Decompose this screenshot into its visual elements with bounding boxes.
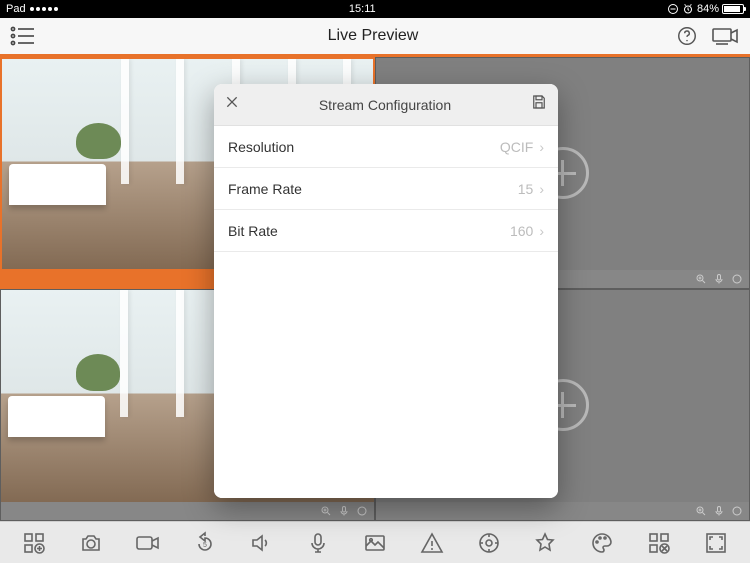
mic-button[interactable] <box>296 522 340 563</box>
star-button[interactable] <box>523 522 567 563</box>
row-value: QCIF <box>500 139 533 155</box>
record-icon <box>356 505 368 517</box>
zoom-icon <box>320 505 332 517</box>
chevron-right-icon: › <box>539 223 544 239</box>
menu-icon[interactable] <box>10 26 36 46</box>
save-button[interactable] <box>530 93 548 116</box>
battery-icon <box>722 4 744 14</box>
bottom-toolbar: 5 <box>0 521 750 563</box>
row-label: Bit Rate <box>228 223 278 239</box>
video-button[interactable] <box>126 522 170 563</box>
grid-remove-button[interactable] <box>637 522 681 563</box>
status-time: 15:11 <box>58 3 667 15</box>
row-frame-rate[interactable]: Frame Rate 15 › <box>214 168 558 210</box>
app-header: Live Preview <box>0 18 750 57</box>
rewind-button[interactable]: 5 <box>183 522 227 563</box>
modal-title: Stream Configuration <box>240 97 530 113</box>
stream-config-modal: Stream Configuration Resolution QCIF › F… <box>214 84 558 498</box>
status-bar: Pad 15:11 84% <box>0 0 750 18</box>
device-icon[interactable] <box>712 26 740 46</box>
mic-small-icon <box>713 273 725 285</box>
row-value: 160 <box>510 223 533 239</box>
chevron-right-icon: › <box>539 139 544 155</box>
close-button[interactable] <box>224 94 240 115</box>
row-label: Frame Rate <box>228 181 302 197</box>
mic-small-icon <box>338 505 350 517</box>
row-value: 15 <box>518 181 534 197</box>
camera-button[interactable] <box>69 522 113 563</box>
speaker-button[interactable] <box>239 522 283 563</box>
row-label: Resolution <box>228 139 294 155</box>
mic-small-icon <box>713 505 725 517</box>
dnd-icon <box>667 3 679 15</box>
cell-strip <box>1 502 374 520</box>
alarm-icon <box>682 3 694 15</box>
battery-pct: 84% <box>697 3 719 15</box>
wifi-icon <box>30 7 58 11</box>
record-icon <box>731 273 743 285</box>
grid-add-button[interactable] <box>12 522 56 563</box>
row-bit-rate[interactable]: Bit Rate 160 › <box>214 210 558 252</box>
palette-button[interactable] <box>580 522 624 563</box>
zoom-icon <box>695 505 707 517</box>
help-icon[interactable] <box>676 25 698 47</box>
row-resolution[interactable]: Resolution QCIF › <box>214 126 558 168</box>
chevron-right-icon: › <box>539 181 544 197</box>
cell-strip <box>376 502 749 520</box>
record-icon <box>731 505 743 517</box>
zoom-icon <box>695 273 707 285</box>
page-title: Live Preview <box>70 27 676 45</box>
alert-button[interactable] <box>410 522 454 563</box>
svg-text:5: 5 <box>203 542 207 549</box>
fullscreen-button[interactable] <box>694 522 738 563</box>
aperture-button[interactable] <box>467 522 511 563</box>
status-device: Pad <box>6 3 26 15</box>
image-button[interactable] <box>353 522 397 563</box>
